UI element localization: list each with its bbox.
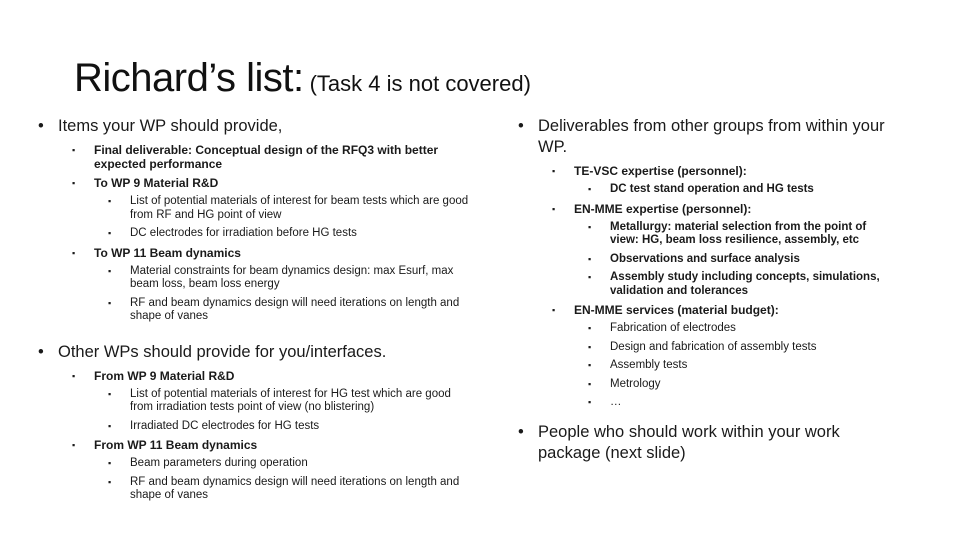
- bullet-icon: ▪: [588, 184, 592, 194]
- list-item: ▪ From WP 9 Material R&D ▪ List of poten…: [72, 369, 476, 434]
- bullet-icon: ▪: [72, 145, 76, 155]
- bullet-icon: ▪: [72, 247, 76, 258]
- list-item: ▪ RF and beam dynamics design will need …: [108, 296, 460, 323]
- list-item: ▪ Assembly tests: [588, 359, 688, 371]
- section-heading-people: • People who should work within your wor…: [518, 422, 840, 462]
- list-item: ▪ DC test stand operation and HG tests: [588, 183, 814, 195]
- list-item: ▪ Design and fabrication of assembly tes…: [588, 340, 817, 353]
- bullet-icon: •: [38, 342, 44, 361]
- bullet-icon: ▪: [72, 440, 76, 450]
- list-item: ▪ Irradiated DC electrodes for HG tests: [108, 419, 320, 432]
- list-item: ▪ From WP 11 Beam dynamics ▪ Beam parame…: [72, 438, 476, 503]
- deliverables-list: ▪ TE-VSC expertise (personnel): ▪ DC tes…: [552, 164, 896, 410]
- bullet-icon: ▪: [588, 323, 592, 333]
- bullet-icon: ▪: [72, 370, 76, 381]
- right-column: • Deliverables from other groups from wi…: [516, 114, 896, 464]
- section-heading-items-to-provide: • Items your WP should provide,: [38, 117, 283, 135]
- bullet-icon: ▪: [588, 221, 592, 232]
- bullet-icon: ▪: [588, 341, 592, 352]
- bullet-icon: ▪: [108, 196, 112, 206]
- list-item: ▪ To WP 11 Beam dynamics ▪ Material cons…: [72, 246, 476, 324]
- bullet-icon: ▪: [108, 265, 112, 276]
- slide-title: Richard’s list: (Task 4 is not covered): [74, 56, 531, 101]
- list-item: ▪ EN-MME services (material budget): ▪ F…: [552, 303, 896, 410]
- bullet-icon: ▪: [552, 166, 556, 176]
- section-heading-interfaces: • Other WPs should provide for you/inter…: [38, 342, 387, 361]
- bullet-icon: ▪: [108, 297, 112, 308]
- section-heading-deliverables: • Deliverables from other groups from wi…: [518, 117, 885, 156]
- list-item: ▪ EN-MME expertise (personnel): ▪ Metall…: [552, 202, 896, 299]
- bullet-icon: •: [518, 117, 524, 135]
- list-item: ▪ List of potential materials of interes…: [108, 387, 451, 414]
- bullet-icon: •: [38, 117, 44, 135]
- list-item: ▪ Fabrication of electrodes: [588, 322, 736, 334]
- list-item: ▪ TE-VSC expertise (personnel): ▪ DC tes…: [552, 164, 896, 197]
- bullet-icon: ▪: [72, 178, 76, 188]
- bullet-icon: ▪: [108, 228, 112, 238]
- list-item: ▪ List of potential materials of interes…: [108, 195, 469, 221]
- slide-title-subtitle: (Task 4 is not covered): [309, 71, 531, 96]
- list-item: ▪ RF and beam dynamics design will need …: [108, 475, 460, 502]
- bullet-icon: ▪: [108, 458, 112, 468]
- list-item: ▪ Assembly study including concepts, sim…: [588, 271, 880, 297]
- bullet-icon: ▪: [588, 397, 592, 407]
- list-item: ▪ …: [588, 396, 622, 408]
- bullet-icon: ▪: [588, 253, 592, 264]
- items-to-provide-list: ▪ Final deliverable: Conceptual design o…: [72, 143, 476, 324]
- list-item: ▪ DC electrodes for irradiation before H…: [108, 227, 357, 239]
- left-column: • Items your WP should provide, ▪ Final …: [36, 114, 476, 503]
- bullet-icon: ▪: [588, 378, 592, 389]
- list-item: ▪ Observations and surface analysis: [588, 252, 800, 265]
- list-item: ▪ Metrology: [588, 377, 661, 390]
- bullet-icon: ▪: [552, 203, 556, 214]
- bullet-icon: ▪: [588, 272, 592, 282]
- slide-title-main: Richard’s list:: [74, 56, 304, 100]
- bullet-icon: ▪: [108, 388, 112, 399]
- bullet-icon: ▪: [108, 420, 112, 431]
- bullet-icon: ▪: [108, 476, 112, 487]
- list-item: ▪ Beam parameters during operation: [108, 457, 308, 469]
- bullet-icon: ▪: [588, 360, 592, 370]
- interfaces-list: ▪ From WP 9 Material R&D ▪ List of poten…: [72, 369, 476, 503]
- bullet-icon: ▪: [552, 305, 556, 315]
- list-item: ▪ To WP 9 Material R&D ▪ List of potenti…: [72, 176, 476, 241]
- bullet-icon: •: [518, 422, 524, 441]
- list-item: ▪ Material constraints for beam dynamics…: [108, 264, 454, 291]
- list-item: ▪ Final deliverable: Conceptual design o…: [72, 143, 439, 171]
- list-item: ▪ Metallurgy: material selection from th…: [588, 220, 867, 247]
